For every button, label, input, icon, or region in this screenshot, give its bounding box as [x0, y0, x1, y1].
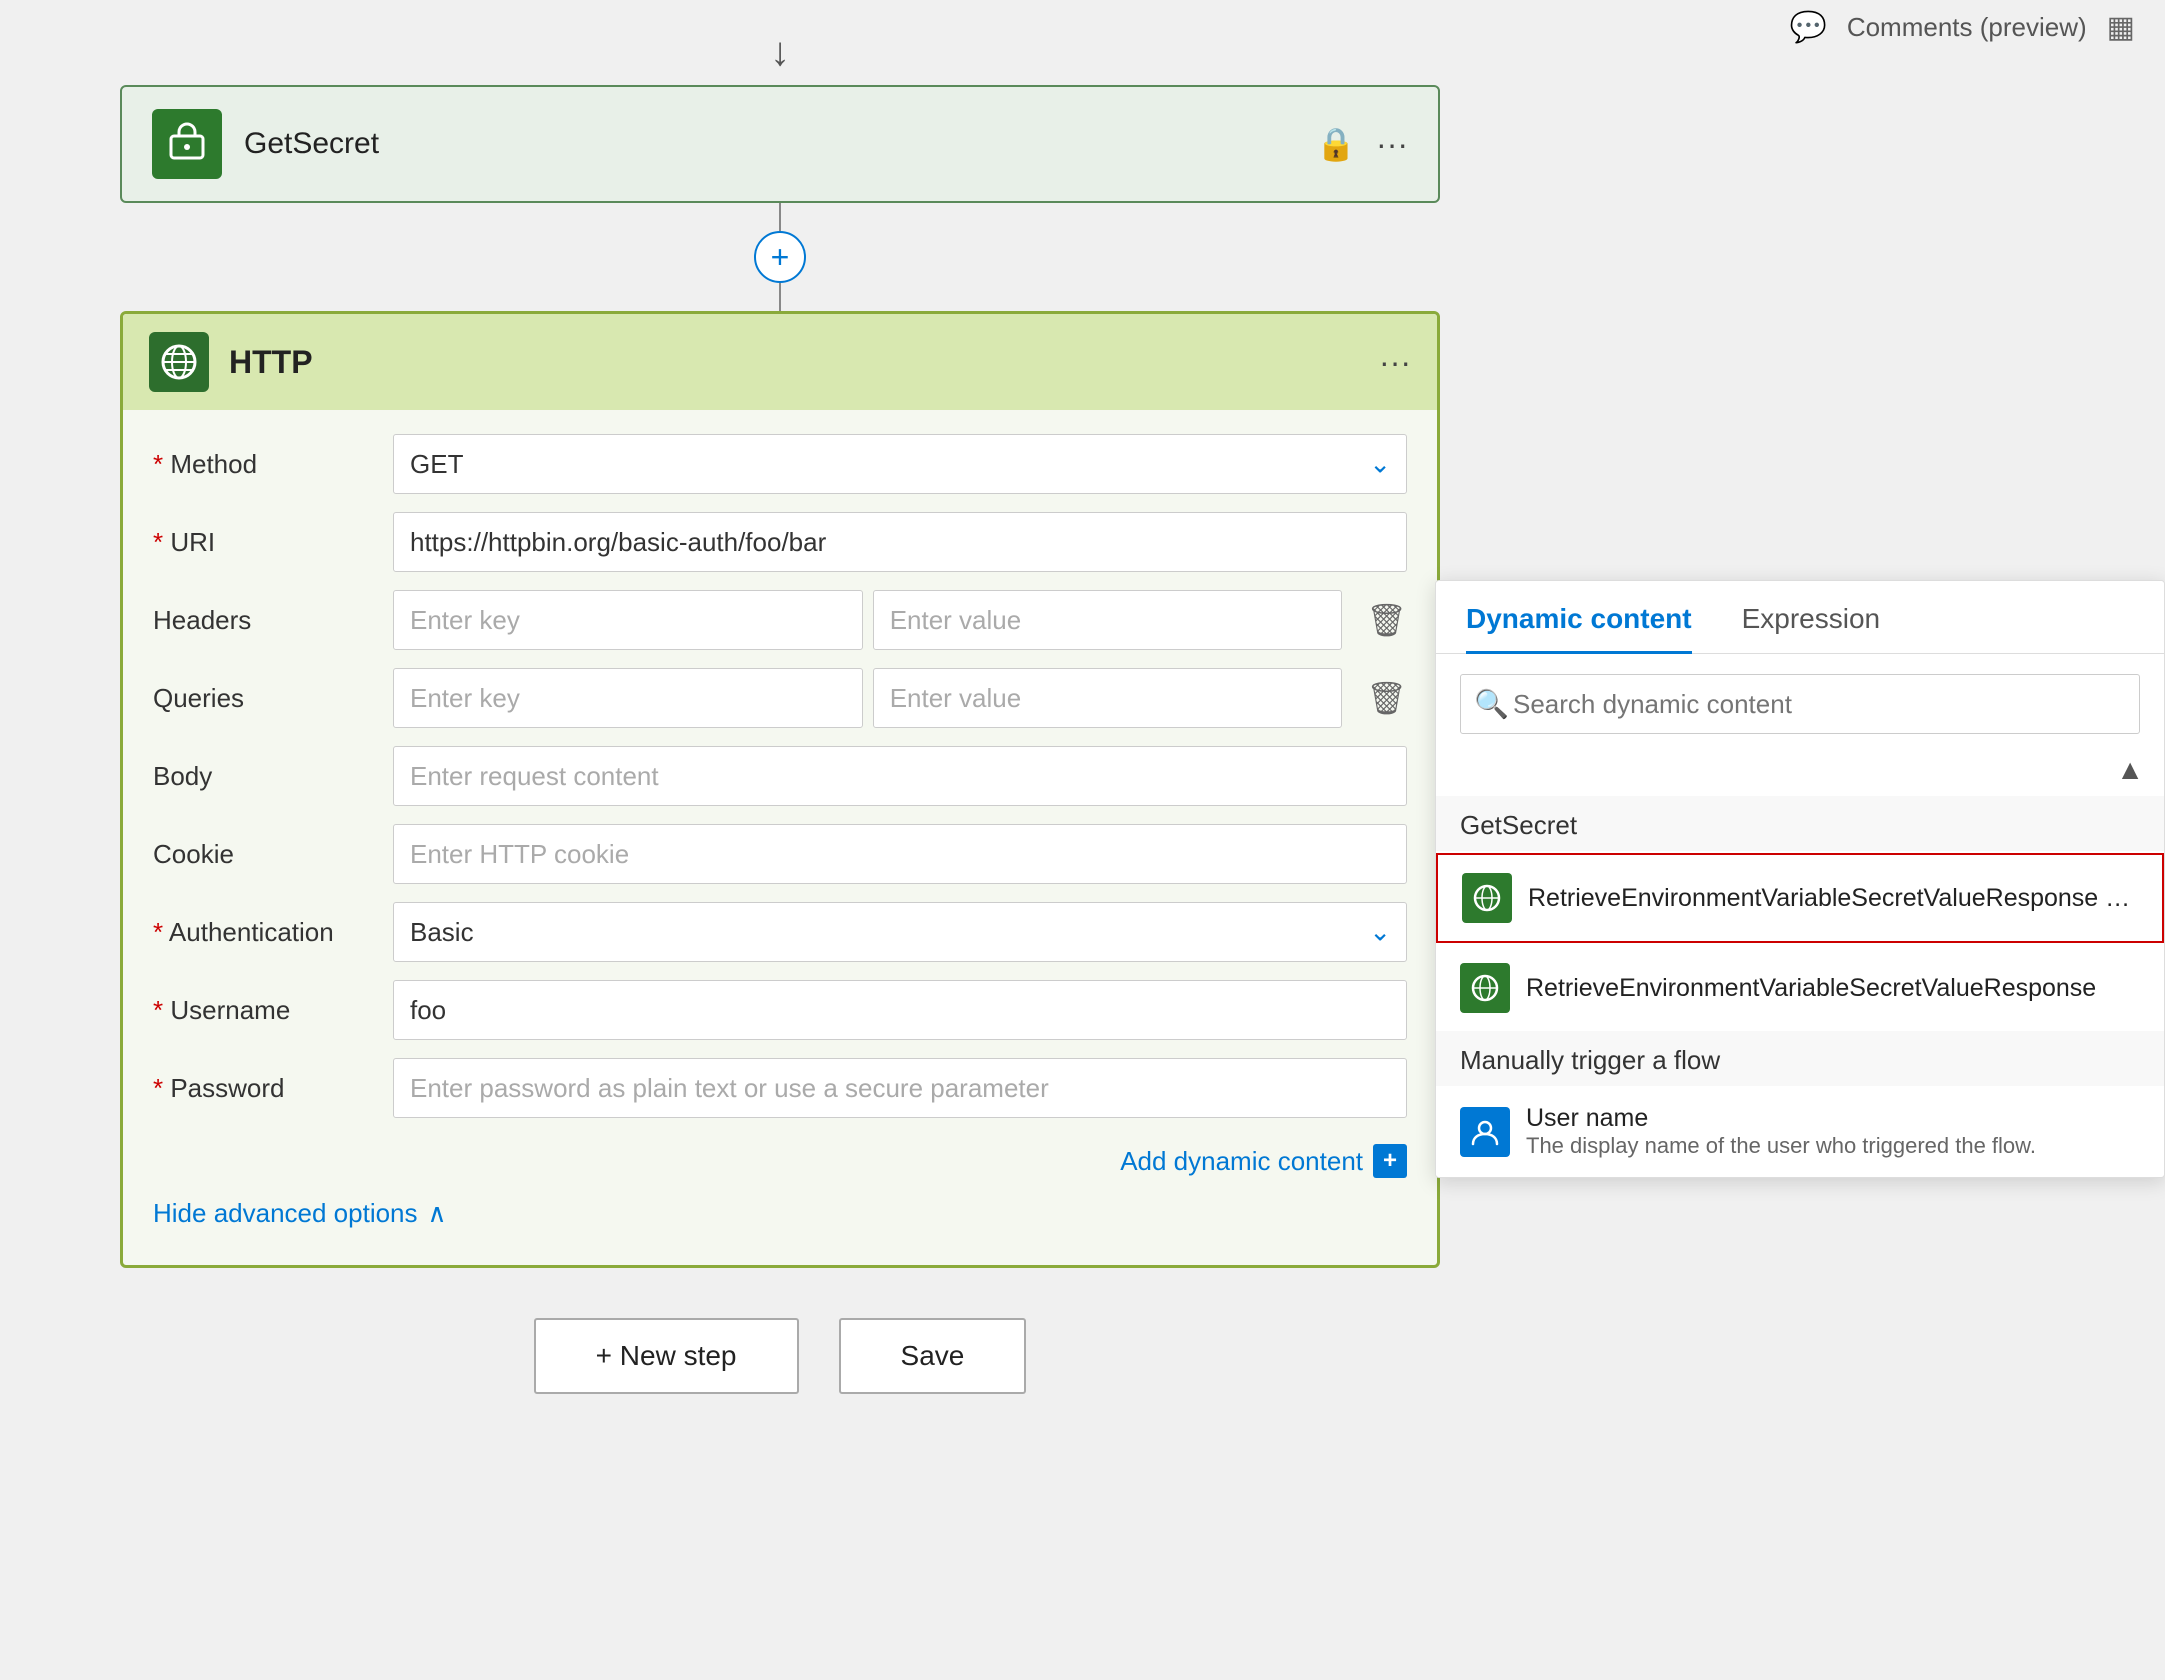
password-row: Password — [153, 1058, 1407, 1118]
layout-icon: ▦ — [2107, 10, 2135, 45]
username-label: Username — [153, 995, 373, 1026]
uri-row: URI — [153, 512, 1407, 572]
body-input[interactable] — [393, 746, 1407, 806]
headers-delete-icon[interactable]: 🗑 — [1366, 601, 1407, 639]
auth-select[interactable]: Basic None Client Credentials — [393, 902, 1407, 962]
chevron-up-icon: ∧ — [428, 1198, 447, 1229]
http-more-icon[interactable]: ··· — [1379, 344, 1411, 381]
tab-dynamic-content[interactable]: Dynamic content — [1466, 581, 1692, 654]
headers-label: Headers — [153, 605, 373, 636]
item3-subtext: The display name of the user who trigger… — [1526, 1133, 2140, 1159]
queries-delete-icon[interactable]: 🗑 — [1366, 679, 1407, 717]
scroll-up-btn[interactable]: ▲ — [2116, 754, 2144, 786]
section-getsecret: GetSecret — [1436, 796, 2164, 851]
list-item-1[interactable]: RetrieveEnvironmentVariableSecretValueRe… — [1436, 853, 2164, 943]
username-input[interactable] — [393, 980, 1407, 1040]
headers-inputs — [393, 590, 1342, 650]
connector-line-bottom — [779, 283, 781, 311]
headers-key-input[interactable] — [393, 590, 863, 650]
method-select[interactable]: GET POST PUT DELETE — [393, 434, 1407, 494]
queries-row: Queries 🗑 — [153, 668, 1407, 728]
item3-icon — [1460, 1107, 1510, 1157]
item3-text-wrap: User name The display name of the user w… — [1526, 1104, 2140, 1159]
hide-advanced-btn[interactable]: Hide advanced options ∧ — [153, 1188, 1407, 1245]
cookie-label: Cookie — [153, 839, 373, 870]
tab-expression[interactable]: Expression — [1742, 581, 1881, 654]
uri-label: URI — [153, 527, 373, 558]
plus-connector: + — [754, 203, 806, 311]
http-card-header: HTTP ··· — [123, 314, 1437, 410]
section-manual: Manually trigger a flow — [1436, 1031, 2164, 1086]
save-button[interactable]: Save — [839, 1318, 1027, 1394]
auth-select-wrapper: Basic None Client Credentials ⌄ — [393, 902, 1407, 962]
item2-icon — [1460, 963, 1510, 1013]
lock-icon[interactable]: 🔒 — [1316, 125, 1356, 163]
method-label: Method — [153, 449, 373, 480]
queries-value-input[interactable] — [873, 668, 1343, 728]
password-label: Password — [153, 1073, 373, 1104]
comments-icon: 💬 — [1789, 10, 1826, 45]
list-item-2[interactable]: RetrieveEnvironmentVariableSecretValueRe… — [1436, 945, 2164, 1031]
search-input[interactable] — [1460, 674, 2140, 734]
more-icon[interactable]: ··· — [1376, 126, 1408, 163]
add-dynamic-link[interactable]: Add dynamic content — [1120, 1146, 1363, 1177]
hide-advanced-label: Hide advanced options — [153, 1198, 418, 1229]
search-box: 🔍 — [1460, 674, 2140, 734]
getsecret-title: GetSecret — [244, 127, 1294, 161]
auth-label: Authentication — [153, 917, 373, 948]
list-item-3[interactable]: User name The display name of the user w… — [1436, 1086, 2164, 1177]
headers-row: Headers 🗑 — [153, 590, 1407, 650]
http-card: HTTP ··· Method GET POST PUT DELETE ⌄ — [120, 311, 1440, 1268]
connector-line-top — [779, 203, 781, 231]
queries-key-input[interactable] — [393, 668, 863, 728]
panel-tabs: Dynamic content Expression — [1436, 581, 2164, 654]
item1-label: RetrieveEnvironmentVariableSecretValueRe… — [1528, 884, 2138, 913]
method-select-wrapper: GET POST PUT DELETE ⌄ — [393, 434, 1407, 494]
queries-inputs — [393, 668, 1342, 728]
add-step-btn[interactable]: + — [754, 231, 806, 283]
add-dynamic-icon[interactable]: + — [1373, 1144, 1407, 1178]
item2-label: RetrieveEnvironmentVariableSecretValueRe… — [1526, 974, 2140, 1003]
body-row: Body — [153, 746, 1407, 806]
queries-label: Queries — [153, 683, 373, 714]
auth-row: Authentication Basic None Client Credent… — [153, 902, 1407, 962]
uri-input[interactable] — [393, 512, 1407, 572]
username-row: Username — [153, 980, 1407, 1040]
comments-label: Comments (preview) — [1847, 12, 2087, 43]
password-input[interactable] — [393, 1058, 1407, 1118]
headers-value-input[interactable] — [873, 590, 1343, 650]
http-title: HTTP — [229, 344, 1359, 381]
cookie-row: Cookie — [153, 824, 1407, 884]
canvas: ↓ GetSecret 🔒 ··· + — [0, 0, 1560, 1680]
http-icon — [149, 332, 209, 392]
cookie-input[interactable] — [393, 824, 1407, 884]
search-icon: 🔍 — [1474, 688, 1509, 721]
bottom-buttons: + New step Save — [534, 1318, 1027, 1394]
method-row: Method GET POST PUT DELETE ⌄ — [153, 434, 1407, 494]
add-dynamic-row: Add dynamic content + — [153, 1136, 1407, 1182]
arrow-down-top: ↓ — [770, 30, 790, 75]
card-actions: 🔒 ··· — [1316, 125, 1408, 163]
getsecret-icon — [152, 109, 222, 179]
item1-icon — [1462, 873, 1512, 923]
getsecret-card[interactable]: GetSecret 🔒 ··· — [120, 85, 1440, 203]
item3-label: User name — [1526, 1104, 2140, 1133]
top-bar: 💬 Comments (preview) ▦ — [1759, 0, 2165, 55]
dynamic-content-panel: Dynamic content Expression 🔍 ▲ GetSecret… — [1435, 580, 2165, 1178]
new-step-button[interactable]: + New step — [534, 1318, 799, 1394]
http-form: Method GET POST PUT DELETE ⌄ URI — [123, 410, 1437, 1265]
body-label: Body — [153, 761, 373, 792]
